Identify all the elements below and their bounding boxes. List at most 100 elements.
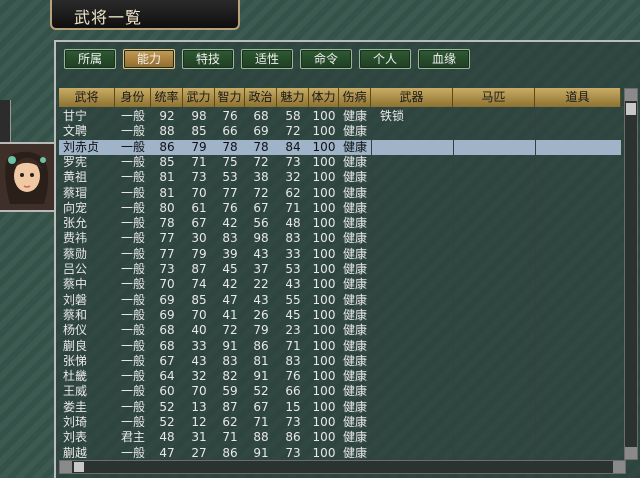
table-row[interactable]: 蔡和 一般 69 70 41 26 45 100 健康 <box>59 307 621 323</box>
injury-status: 健康 <box>342 139 367 154</box>
pol-value: 79 <box>253 323 269 338</box>
table-row[interactable]: 刘赤贞 一般 86 79 78 78 84 100 健康 <box>59 139 621 155</box>
int-value: 72 <box>222 323 238 338</box>
injury-status: 健康 <box>342 200 367 215</box>
table-row[interactable]: 王威 一般 60 70 59 52 66 100 健康 <box>59 384 621 400</box>
int-value: 62 <box>222 415 238 429</box>
war-value: 70 <box>191 307 207 322</box>
pol-value: 69 <box>253 124 269 139</box>
war-value: 85 <box>191 292 207 307</box>
table-row[interactable]: 蔡中 一般 70 74 42 22 43 100 健康 <box>59 277 621 293</box>
table-row[interactable]: 娄圭 一般 52 13 87 67 15 100 健康 <box>59 399 621 415</box>
int-value: 42 <box>222 277 238 292</box>
injury-status: 健康 <box>342 292 367 307</box>
scroll-down-arrow-icon[interactable] <box>625 447 637 459</box>
horizontal-scrollbar[interactable] <box>59 460 626 474</box>
officer-name: 刘磐 <box>63 292 88 307</box>
column-header-pol[interactable]: 政治 <box>245 88 277 107</box>
table-row[interactable]: 费祎 一般 77 30 83 98 83 100 健康 <box>59 231 621 247</box>
lead-value: 48 <box>159 430 175 445</box>
table-row[interactable]: 刘磐 一般 69 85 47 43 55 100 健康 <box>59 292 621 308</box>
injury-status: 健康 <box>342 307 367 322</box>
table-row[interactable]: 张悌 一般 67 43 83 81 83 100 健康 <box>59 353 621 369</box>
table-row[interactable]: 吕公 一般 73 87 45 37 53 100 健康 <box>59 262 621 277</box>
column-header-item[interactable]: 道具 <box>535 88 621 107</box>
war-value: 30 <box>191 231 207 246</box>
injury-status: 健康 <box>342 154 367 169</box>
war-value: 31 <box>191 430 207 445</box>
table-row[interactable]: 刘表 君主 48 31 71 88 86 100 健康 <box>59 430 621 446</box>
int-value: 71 <box>222 430 238 445</box>
column-header-lead[interactable]: 统率 <box>151 88 183 107</box>
officer-rank: 一般 <box>120 277 145 292</box>
lead-value: 77 <box>159 231 175 246</box>
war-value: 70 <box>191 185 207 200</box>
table-row[interactable]: 蔡瑁 一般 81 70 77 72 62 100 健康 <box>59 185 621 201</box>
table-row[interactable]: 罗宪 一般 85 71 75 72 73 100 健康 <box>59 154 621 170</box>
pol-value: 81 <box>253 353 269 368</box>
pol-value: 71 <box>253 415 269 429</box>
column-header-rank[interactable]: 身份 <box>115 88 151 107</box>
vertical-scroll-thumb[interactable] <box>626 103 636 115</box>
tab-skills[interactable]: 特技 <box>182 49 234 69</box>
tab-aptitude[interactable]: 适性 <box>241 49 293 69</box>
table-row[interactable]: 杜畿 一般 64 32 82 91 76 100 健康 <box>59 369 621 385</box>
officer-name: 张允 <box>63 216 88 231</box>
vertical-scrollbar[interactable] <box>624 88 638 460</box>
table-row[interactable]: 向宠 一般 80 61 76 67 71 100 健康 <box>59 200 621 216</box>
injury-status: 健康 <box>342 262 367 276</box>
scroll-right-arrow-icon[interactable] <box>613 461 625 473</box>
injury-status: 健康 <box>342 323 367 338</box>
horse-value <box>453 307 535 323</box>
table-row[interactable]: 张允 一般 78 67 42 56 48 100 健康 <box>59 216 621 232</box>
war-value: 43 <box>191 353 207 368</box>
item-value <box>535 231 621 247</box>
scroll-up-arrow-icon[interactable] <box>625 89 637 101</box>
weapon-value <box>371 338 453 354</box>
tab-command[interactable]: 命令 <box>300 49 352 69</box>
war-value: 71 <box>191 154 207 169</box>
tab-personal[interactable]: 个人 <box>359 49 411 69</box>
int-value: 47 <box>222 292 238 307</box>
column-header-war[interactable]: 武力 <box>183 88 215 107</box>
table-row[interactable]: 文聘 一般 88 85 66 69 72 100 健康 <box>59 124 621 140</box>
war-value: 40 <box>191 323 207 338</box>
column-header-hp[interactable]: 体力 <box>309 88 339 107</box>
officer-table: 武将 身份 统率 武力 智力 政治 魅力 体力 伤病 武器 马匹 道具 甘宁 一般… <box>59 88 621 458</box>
column-header-injury[interactable]: 伤病 <box>339 88 371 107</box>
column-header-chr[interactable]: 魅力 <box>277 88 309 107</box>
column-header-horse[interactable]: 马匹 <box>453 88 535 107</box>
table-row[interactable]: 蔡勋 一般 77 79 39 43 33 100 健康 <box>59 246 621 262</box>
pol-value: 67 <box>253 200 269 215</box>
pol-value: 37 <box>253 262 269 276</box>
table-row[interactable]: 黄祖 一般 81 73 53 38 32 100 健康 <box>59 170 621 186</box>
tab-bloodline[interactable]: 血缘 <box>418 49 470 69</box>
lead-value: 69 <box>159 307 175 322</box>
scroll-left-arrow-icon[interactable] <box>60 461 72 473</box>
int-value: 82 <box>222 369 238 384</box>
int-value: 77 <box>222 185 238 200</box>
officer-name: 吕公 <box>63 262 88 276</box>
item-value <box>535 369 621 385</box>
table-row[interactable]: 刘琦 一般 52 12 62 71 73 100 健康 <box>59 415 621 430</box>
war-value: 70 <box>191 384 207 399</box>
column-header-name[interactable]: 武将 <box>59 88 115 107</box>
table-row[interactable]: 蒯良 一般 68 33 91 86 71 100 健康 <box>59 338 621 354</box>
hp-value: 100 <box>312 445 336 458</box>
officer-rank: 一般 <box>120 323 145 338</box>
table-row[interactable]: 杨仪 一般 68 40 72 79 23 100 健康 <box>59 323 621 339</box>
table-header: 武将 身份 统率 武力 智力 政治 魅力 体力 伤病 武器 马匹 道具 <box>59 88 621 107</box>
int-value: 39 <box>222 246 238 261</box>
officer-rank: 一般 <box>120 231 145 246</box>
table-row[interactable]: 甘宁 一般 92 98 76 68 58 100 健康 铁锁 <box>59 109 621 124</box>
tab-ability[interactable]: 能力 <box>123 49 175 69</box>
item-value <box>535 323 621 339</box>
column-header-weapon[interactable]: 武器 <box>371 88 453 107</box>
weapon-value <box>371 124 453 140</box>
tab-affiliation[interactable]: 所属 <box>64 49 116 69</box>
officer-name: 杜畿 <box>63 369 88 384</box>
horizontal-scroll-thumb[interactable] <box>74 462 84 472</box>
lead-value: 86 <box>159 139 175 154</box>
table-row[interactable]: 蒯越 一般 47 27 86 91 73 100 健康 <box>59 445 621 458</box>
column-header-int[interactable]: 智力 <box>215 88 245 107</box>
